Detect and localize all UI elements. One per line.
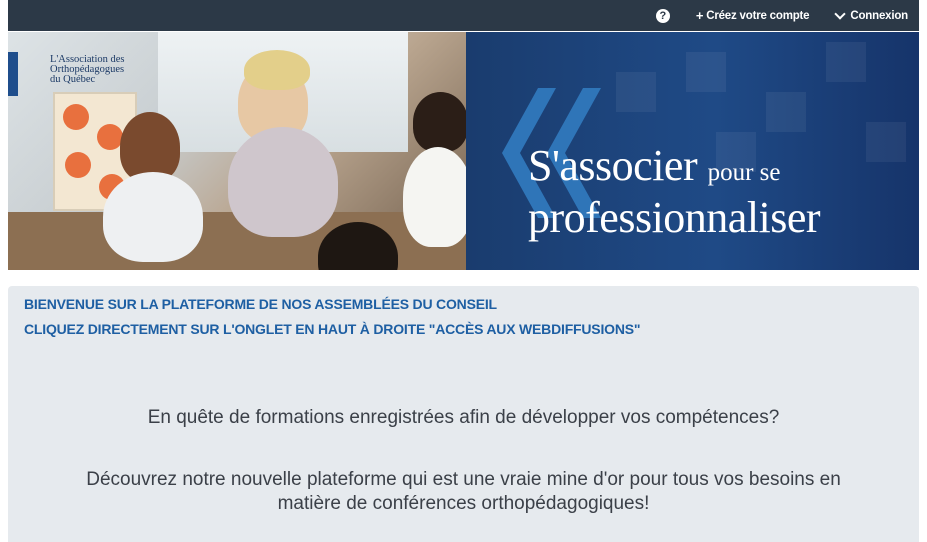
association-logo: L'Association des Orthopédagogues du Qué…	[50, 54, 125, 85]
intro-paragraph: En quête de formations enregistrées afin…	[147, 407, 780, 428]
bg-square	[826, 42, 866, 82]
slogan-word-1: S'associer	[528, 141, 698, 190]
platform-paragraph: Découvrez notre nouvelle plateforme qui …	[8, 468, 919, 516]
help-icon[interactable]: ?	[655, 8, 670, 23]
hero-banner: L'Association des Orthopédagogues du Qué…	[8, 32, 919, 270]
platform-paragraph-line-1: Découvrez notre nouvelle plateforme qui …	[86, 469, 841, 490]
login-dropdown[interactable]: Connexion	[834, 7, 908, 22]
student-boy-figure	[413, 92, 468, 152]
bg-square	[766, 92, 806, 132]
slogan-line-2: professionnaliser	[528, 193, 821, 242]
create-account-link[interactable]: + Créez votre compte	[696, 8, 810, 23]
platform-paragraph-line-2: matière de conférences orthopédagogiques…	[277, 493, 650, 514]
student-girl-body	[103, 172, 203, 262]
create-account-label: Créez votre compte	[706, 9, 810, 22]
welcome-content: BIENVENUE SUR LA PLATEFORME DE NOS ASSEM…	[8, 286, 919, 542]
student-boy-body	[403, 147, 473, 247]
association-logo-mark	[8, 52, 18, 96]
bg-square	[616, 72, 656, 112]
teacher-hair	[244, 50, 310, 90]
classroom-photo: L'Association des Orthopédagogues du Qué…	[8, 32, 473, 270]
chevron-down-icon	[834, 7, 847, 20]
login-label: Connexion	[850, 9, 908, 22]
bg-square	[866, 122, 906, 162]
teacher-body	[228, 127, 338, 237]
slogan-word-2: pour se	[707, 159, 781, 186]
instruction-heading: CLIQUEZ DIRECTEMENT SUR L'ONGLET EN HAUT…	[24, 321, 641, 337]
logo-line-3: du Québec	[50, 74, 96, 85]
slogan-line-1: S'associer pour se	[528, 144, 781, 195]
plus-icon: +	[695, 8, 704, 23]
welcome-heading: BIENVENUE SUR LA PLATEFORME DE NOS ASSEM…	[24, 296, 497, 312]
bg-square	[686, 52, 726, 92]
top-navigation-bar: ? + Créez votre compte Connexion	[8, 0, 919, 31]
slogan-panel: S'associer pour se professionnaliser	[466, 32, 919, 270]
